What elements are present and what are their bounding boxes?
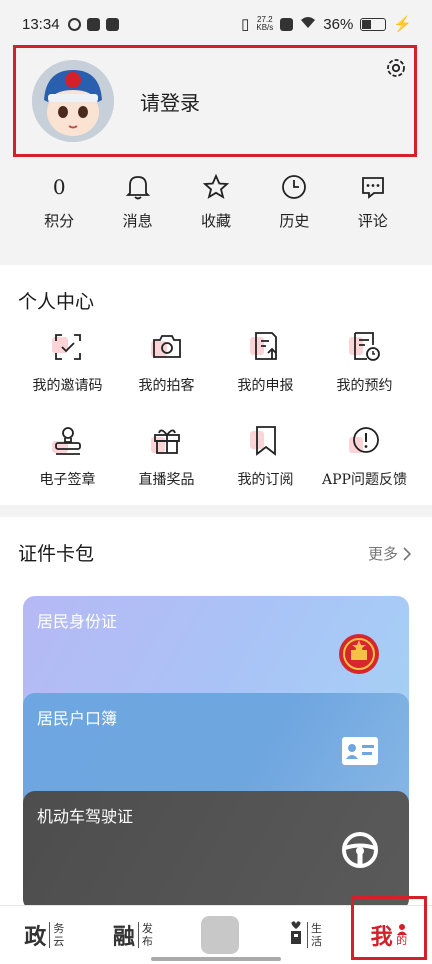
clock-icon [280, 170, 308, 204]
national-emblem-icon [337, 632, 381, 680]
stamp-icon [50, 423, 86, 459]
home-indicator[interactable] [151, 957, 281, 961]
nav-life[interactable]: 生 活 [288, 920, 322, 950]
chevron-right-icon [403, 546, 412, 561]
status-bar: 13:34 ▯ 27.2 KB/s 36% ⚡ [0, 0, 432, 48]
nav-government[interactable]: 政 务 云 [24, 919, 64, 951]
comment-icon [359, 170, 387, 204]
wallet-title: 证件卡包 [18, 543, 95, 565]
camera-icon [149, 329, 185, 365]
favorites-button[interactable]: 收藏 [184, 170, 248, 240]
my-appointment[interactable]: 我的预约 [315, 329, 414, 395]
messages-button[interactable]: 消息 [106, 170, 170, 240]
bell-icon [125, 170, 151, 204]
app-notification-icon [67, 17, 81, 31]
mail-notification-icon [86, 17, 100, 31]
battery-percent: 36% [323, 15, 354, 33]
e-signature[interactable]: 电子签章 [18, 423, 117, 489]
steering-wheel-icon [341, 831, 379, 873]
driving-license-entry[interactable]: 机动车驾驶证 [23, 791, 409, 911]
my-invite-code[interactable]: 我的邀请码 [18, 329, 117, 395]
vibrate-icon: ▯ [241, 16, 250, 33]
live-prizes[interactable]: 直播奖品 [117, 423, 216, 489]
avatar[interactable] [32, 60, 114, 142]
battery-icon [360, 17, 387, 31]
nav-media[interactable]: 融 发 布 [113, 919, 153, 951]
my-reporter[interactable]: 我的拍客 [117, 329, 216, 395]
my-declaration[interactable]: 我的申报 [216, 329, 315, 395]
bottom-nav: 政 务 云 融 发 布 生 活 我 的 [0, 896, 432, 964]
points-value: 0 [52, 175, 66, 199]
scan-code-icon [50, 329, 86, 365]
clock: 13:34 [22, 15, 60, 33]
history-button[interactable]: 历史 [262, 170, 326, 240]
bookmark-icon [248, 423, 284, 459]
app-logo-icon [201, 916, 240, 954]
id-card-icon [341, 735, 379, 771]
alert-circle-icon [347, 423, 383, 459]
document-clock-icon [347, 329, 383, 365]
nav-home[interactable] [201, 916, 240, 954]
life-icon [288, 920, 304, 950]
login-prompt[interactable]: 请登录 [140, 87, 200, 116]
app-feedback[interactable]: APP问题反馈 [315, 423, 414, 489]
points-button[interactable]: 0 积分 [27, 170, 91, 240]
document-upload-icon [248, 329, 284, 365]
charging-icon: ⚡ [393, 16, 412, 33]
personal-center-card: 个人中心 我的邀请码 我的拍客 我的申报 我的预约 电子签章 直播奖品 我的订阅… [0, 265, 432, 505]
tiktok-notification-icon [105, 17, 119, 31]
more-link[interactable]: 更多 [368, 543, 412, 564]
personal-center-grid: 我的邀请码 我的拍客 我的申报 我的预约 电子签章 直播奖品 我的订阅 APP问… [18, 329, 414, 489]
gear-icon[interactable] [384, 56, 408, 80]
wifi-icon [300, 16, 316, 33]
login-panel[interactable]: 请登录 [13, 45, 417, 157]
nav-me-highlight [351, 896, 427, 960]
card-wallet: 证件卡包 更多 居民身份证 居民户口簿 机动车驾驶证 [0, 517, 432, 911]
personal-center-title: 个人中心 [18, 291, 95, 313]
star-icon [202, 170, 230, 204]
my-subscriptions[interactable]: 我的订阅 [216, 423, 315, 489]
net-speed: 27.2 KB/s [256, 15, 274, 32]
quick-actions: 0 积分 消息 收藏 历史 评论 [0, 170, 432, 240]
gift-icon [149, 423, 185, 459]
comments-button[interactable]: 评论 [341, 170, 405, 240]
sim-icon [280, 17, 294, 31]
